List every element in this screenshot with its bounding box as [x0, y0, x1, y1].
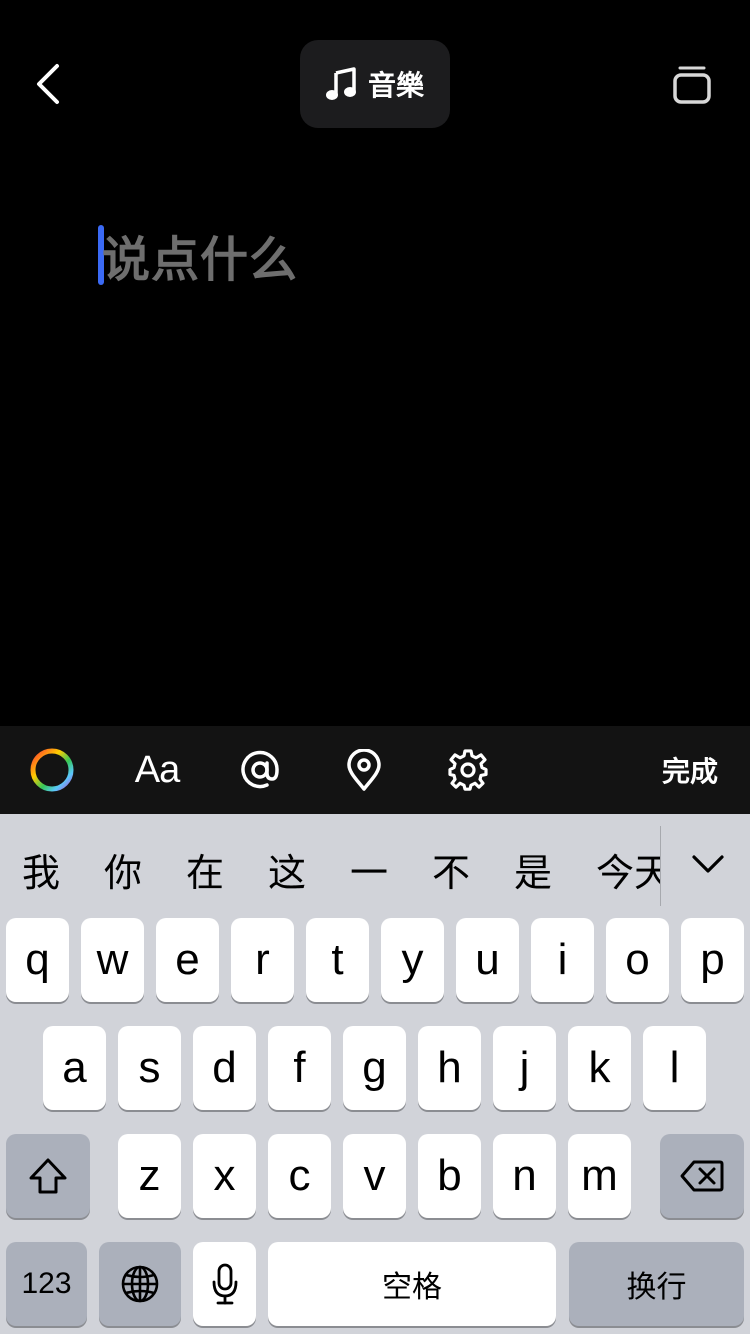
music-button[interactable]: 音樂 — [300, 40, 450, 128]
color-button[interactable] — [28, 726, 76, 814]
music-label: 音樂 — [367, 69, 424, 102]
key-h[interactable]: h — [418, 1026, 481, 1110]
key-j[interactable]: j — [493, 1026, 556, 1110]
key-p[interactable]: p — [681, 918, 744, 1002]
location-pin-icon — [347, 749, 381, 791]
candidate-item[interactable]: 这 — [268, 842, 306, 897]
top-bar: 音樂 — [0, 0, 750, 170]
key-n[interactable]: n — [493, 1134, 556, 1218]
key-o[interactable]: o — [606, 918, 669, 1002]
key-k[interactable]: k — [568, 1026, 631, 1110]
chevron-down-icon — [692, 855, 724, 873]
candidate-item[interactable]: 是 — [514, 842, 552, 897]
key-u[interactable]: u — [456, 918, 519, 1002]
return-key[interactable]: 换行 — [569, 1242, 744, 1326]
delete-icon — [680, 1160, 724, 1192]
key-a[interactable]: a — [43, 1026, 106, 1110]
key-i[interactable]: i — [531, 918, 594, 1002]
delete-key[interactable] — [660, 1134, 744, 1218]
globe-icon — [121, 1265, 159, 1303]
key-f[interactable]: f — [268, 1026, 331, 1110]
key-v[interactable]: v — [343, 1134, 406, 1218]
candidate-clip: 今天 — [596, 814, 660, 920]
key-c[interactable]: c — [268, 1134, 331, 1218]
location-button[interactable] — [344, 726, 384, 814]
gear-icon — [448, 749, 488, 791]
candidate-item[interactable]: 你 — [104, 842, 142, 897]
numbers-label: 123 — [21, 1267, 72, 1300]
shift-icon — [29, 1158, 67, 1194]
compose-input[interactable]: 说点什么 — [98, 222, 298, 288]
key-m[interactable]: m — [568, 1134, 631, 1218]
space-key[interactable]: 空格 — [268, 1242, 556, 1326]
mention-button[interactable] — [238, 726, 282, 814]
key-w[interactable]: w — [81, 918, 144, 1002]
compose-placeholder: 说点什么 — [102, 232, 299, 288]
at-icon — [241, 750, 279, 789]
key-l[interactable]: l — [643, 1026, 706, 1110]
candidate-bar: 我 你 在 这 一 不 是 今天 — [0, 814, 750, 920]
candidate-item[interactable]: 一 — [350, 842, 388, 897]
key-z[interactable]: z — [118, 1134, 181, 1218]
stack-button[interactable] — [668, 60, 716, 110]
shift-key[interactable] — [6, 1134, 90, 1218]
stack-icon — [673, 66, 711, 104]
editor-toolbar: Aa 完成 — [0, 726, 750, 814]
key-y[interactable]: y — [381, 918, 444, 1002]
globe-key[interactable] — [99, 1242, 181, 1326]
done-button[interactable]: 完成 — [662, 726, 718, 814]
candidate-divider — [660, 826, 661, 906]
key-d[interactable]: d — [193, 1026, 256, 1110]
chevron-left-icon — [37, 64, 59, 104]
font-style-label: Aa — [134, 748, 180, 791]
key-s[interactable]: s — [118, 1026, 181, 1110]
candidate-item[interactable]: 在 — [186, 842, 224, 897]
key-b[interactable]: b — [418, 1134, 481, 1218]
space-label: 空格 — [382, 1270, 442, 1305]
key-e[interactable]: e — [156, 918, 219, 1002]
key-x[interactable]: x — [193, 1134, 256, 1218]
mic-key[interactable] — [193, 1242, 256, 1326]
keyboard: 我 你 在 这 一 不 是 今天 q w e r t y u i o p a s… — [0, 814, 750, 1334]
color-wheel-icon — [30, 748, 74, 792]
microphone-icon — [212, 1263, 237, 1305]
candidate-item[interactable]: 今天 — [596, 842, 660, 897]
key-t[interactable]: t — [306, 918, 369, 1002]
key-r[interactable]: r — [231, 918, 294, 1002]
candidate-item[interactable]: 不 — [432, 842, 470, 897]
expand-candidates-button[interactable] — [680, 834, 736, 894]
music-note-icon — [325, 67, 356, 100]
done-label: 完成 — [661, 755, 718, 788]
return-label: 换行 — [626, 1270, 687, 1305]
back-button[interactable] — [28, 60, 68, 108]
candidate-item[interactable]: 我 — [22, 842, 60, 897]
key-q[interactable]: q — [6, 918, 69, 1002]
numbers-key[interactable]: 123 — [6, 1242, 87, 1326]
font-style-button[interactable]: Aa — [132, 726, 182, 814]
key-g[interactable]: g — [343, 1026, 406, 1110]
settings-button[interactable] — [446, 726, 490, 814]
